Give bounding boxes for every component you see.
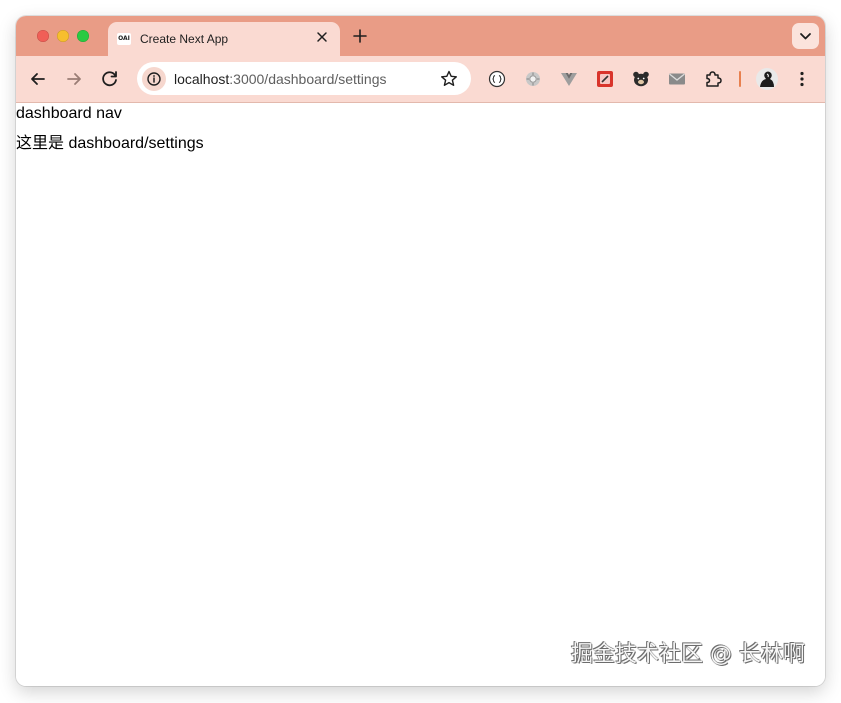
gear-extension-icon[interactable] [522, 68, 544, 90]
tab-search-button[interactable] [792, 23, 819, 49]
info-icon [147, 72, 161, 86]
reload-icon[interactable] [98, 67, 122, 91]
new-tab-button[interactable] [351, 27, 369, 45]
forward-arrow-icon[interactable] [62, 67, 86, 91]
settings-text: 这里是 dashboard/settings [16, 135, 204, 152]
dashboard-nav-text: dashboard nav [16, 105, 122, 122]
puzzle-extensions-icon[interactable] [702, 68, 724, 90]
page-content: dashboard nav 这里是 dashboard/settings 掘金技… [16, 103, 825, 686]
url-text[interactable]: localhost:3000/dashboard/settings [174, 71, 387, 87]
close-window-button[interactable] [37, 30, 49, 42]
favicon-icon: OAI [117, 33, 131, 45]
url-path: :3000/dashboard/settings [229, 71, 387, 87]
vue-devtools-icon[interactable] [558, 68, 580, 90]
profile-avatar-icon[interactable] [755, 67, 779, 91]
address-bar[interactable]: localhost:3000/dashboard/settings [137, 62, 471, 95]
browser-window: OAI Create Next App localhost:3000/dashb… [16, 16, 825, 686]
watermark: 掘金技术社区 @ 长林啊 [571, 642, 805, 667]
bear-icon[interactable] [630, 68, 652, 90]
browser-toolbar: localhost:3000/dashboard/settings [16, 56, 825, 103]
minimize-window-button[interactable] [57, 30, 69, 42]
tab-create-next-app[interactable]: OAI Create Next App [108, 22, 340, 56]
fullscreen-window-button[interactable] [77, 30, 89, 42]
mail-icon[interactable] [666, 68, 688, 90]
chevron-down-icon [800, 33, 811, 40]
tab-title: Create Next App [140, 32, 229, 46]
url-host: localhost [174, 71, 230, 87]
close-tab-icon[interactable] [314, 29, 330, 45]
toolbar-separator [739, 71, 741, 87]
bookmark-star-icon[interactable] [439, 69, 459, 89]
site-info-button[interactable] [142, 67, 166, 91]
braces-extension-icon[interactable] [486, 68, 508, 90]
more-menu-icon[interactable] [790, 67, 814, 91]
color-picker-icon[interactable] [594, 68, 616, 90]
back-arrow-icon[interactable] [26, 67, 50, 91]
tab-strip: OAI Create Next App [16, 16, 825, 56]
